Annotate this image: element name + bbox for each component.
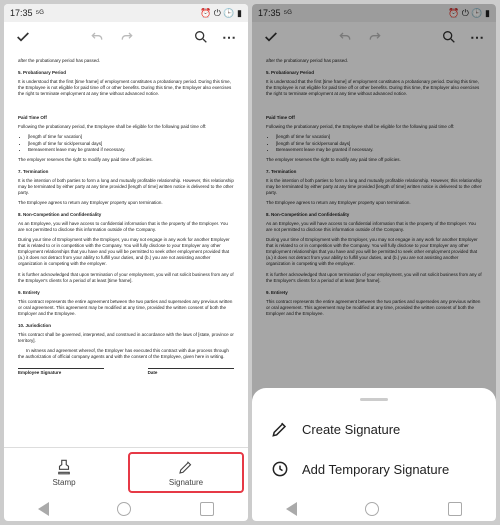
more-icon[interactable]: ⋯ <box>468 28 486 46</box>
phone-right: 17:35 ⁵ᴳ ⏰ ⏻ 🕒 ▮ ⋯ after the probationar… <box>252 4 496 521</box>
undo-icon[interactable] <box>336 28 354 46</box>
pen-icon <box>270 419 290 439</box>
list-item: Bereavement leave may be granted if nece… <box>28 147 234 153</box>
document-viewer[interactable]: after the probationary period has passed… <box>4 52 248 447</box>
status-bar: 17:35 ⁵ᴳ ⏰ ⏻ 🕒 ▮ <box>252 4 496 22</box>
nav-back-icon[interactable] <box>38 502 49 516</box>
toolbar: ⋯ <box>252 22 496 52</box>
section-title: 7. Termination <box>266 169 482 175</box>
doc-text: Following the probationary period, the E… <box>18 124 234 130</box>
doc-text: This contract shall be governed, interpr… <box>18 332 234 344</box>
system-navbar <box>252 497 496 521</box>
doc-text: As an Employee, you will have access to … <box>18 221 234 233</box>
status-bar: 17:35 ⁵ᴳ ⏰ ⏻ 🕒 ▮ <box>4 4 248 22</box>
stamp-icon <box>55 458 73 476</box>
status-icons: ⏰ ⏻ 🕒 ▮ <box>200 8 242 19</box>
create-signature-button[interactable]: Create Signature <box>252 409 496 449</box>
add-temporary-signature-button[interactable]: Add Temporary Signature <box>252 449 496 489</box>
section-title: Paid Time Off <box>18 115 234 121</box>
more-icon[interactable]: ⋯ <box>220 28 238 46</box>
doc-text: During your time of Employment with the … <box>18 237 234 267</box>
bottom-toolbar: Stamp Signature <box>4 447 248 497</box>
list-item: Bereavement leave may be granted if nece… <box>276 147 482 153</box>
section-title: 9. Entirety <box>18 290 234 296</box>
status-time: 17:35 <box>258 8 281 18</box>
clock-icon <box>270 459 290 479</box>
redo-icon[interactable] <box>118 28 136 46</box>
status-icons: ⏰ ⏻ 🕒 ▮ <box>448 8 490 19</box>
section-title: 9. Entirety <box>266 290 482 296</box>
system-navbar <box>4 497 248 521</box>
confirm-icon[interactable] <box>14 28 32 46</box>
section-title: Paid Time Off <box>266 115 482 121</box>
doc-text: In witness and agreement whereof, the Em… <box>18 348 234 360</box>
nav-home-icon[interactable] <box>365 502 379 516</box>
signature-label: Signature <box>169 478 203 487</box>
doc-text: This contract represents the entire agre… <box>266 299 482 317</box>
doc-text: It is further acknowledged that upon ter… <box>266 272 482 284</box>
doc-text: It is the intention of both parties to f… <box>18 178 234 196</box>
section-title: 5. Probationary Period <box>18 70 234 76</box>
search-icon[interactable] <box>192 28 210 46</box>
section-title: 10. Jurisdiction <box>18 323 234 329</box>
doc-text: Following the probationary period, the E… <box>266 124 482 130</box>
doc-text: It is further acknowledged that upon ter… <box>18 272 234 284</box>
doc-text: It is the intention of both parties to f… <box>266 178 482 196</box>
doc-text: During your time of Employment with the … <box>266 237 482 267</box>
doc-text: It is understood that the first [time fr… <box>18 79 234 97</box>
signature-button[interactable]: Signature <box>128 452 244 493</box>
doc-text: after the probationary period has passed… <box>18 58 234 64</box>
status-signal: ⁵ᴳ <box>284 8 292 18</box>
status-signal: ⁵ᴳ <box>36 8 44 18</box>
confirm-icon[interactable] <box>262 28 280 46</box>
nav-recent-icon[interactable] <box>200 502 214 516</box>
date-field-label: Date <box>148 370 158 375</box>
section-title: 7. Termination <box>18 169 234 175</box>
nav-recent-icon[interactable] <box>448 502 462 516</box>
search-icon[interactable] <box>440 28 458 46</box>
redo-icon[interactable] <box>366 28 384 46</box>
status-time: 17:35 <box>10 8 33 18</box>
section-title: 5. Probationary Period <box>266 70 482 76</box>
section-title: 8. Non-Competition and Confidentiality <box>18 212 234 218</box>
section-title: 8. Non-Competition and Confidentiality <box>266 212 482 218</box>
toolbar: ⋯ <box>4 22 248 52</box>
doc-text: As an Employee, you will have access to … <box>266 221 482 233</box>
create-signature-label: Create Signature <box>302 422 400 437</box>
doc-text: The Employee agrees to return any Employ… <box>18 200 234 206</box>
undo-icon[interactable] <box>88 28 106 46</box>
signature-sheet: Create Signature Add Temporary Signature <box>252 388 496 497</box>
phone-left: 17:35 ⁵ᴳ ⏰ ⏻ 🕒 ▮ ⋯ after the probationar… <box>4 4 248 521</box>
nav-home-icon[interactable] <box>117 502 131 516</box>
doc-text: The employer reserves the right to modif… <box>266 157 482 163</box>
doc-text: This contract represents the entire agre… <box>18 299 234 317</box>
doc-text: The employer reserves the right to modif… <box>18 157 234 163</box>
doc-text: after the probationary period has passed… <box>266 58 482 64</box>
nav-back-icon[interactable] <box>286 502 297 516</box>
doc-text: The Employee agrees to return any Employ… <box>266 200 482 206</box>
signature-field-label: Employee Signature <box>18 370 61 375</box>
add-temporary-signature-label: Add Temporary Signature <box>302 462 449 477</box>
stamp-label: Stamp <box>52 478 75 487</box>
stamp-button[interactable]: Stamp <box>8 452 120 493</box>
pen-icon <box>177 458 195 476</box>
sheet-grabber[interactable] <box>360 398 388 401</box>
doc-text: It is understood that the first [time fr… <box>266 79 482 97</box>
